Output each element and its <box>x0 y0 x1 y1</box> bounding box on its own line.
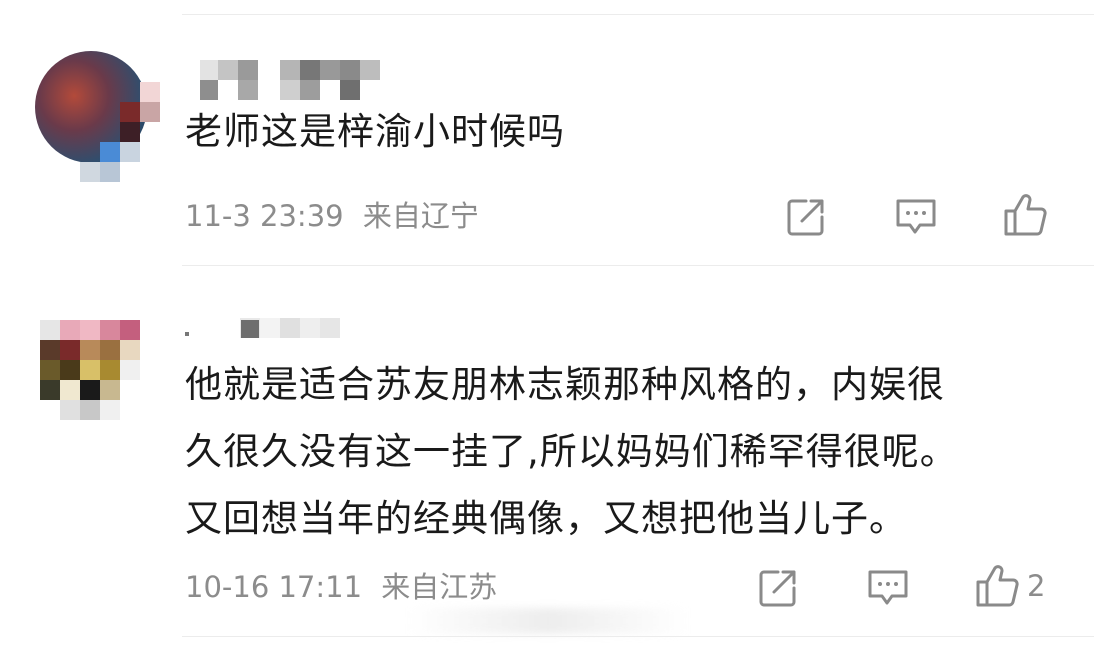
divider-top <box>182 14 1094 15</box>
like-button[interactable] <box>1003 193 1055 237</box>
comment-icon <box>896 199 936 234</box>
like-button[interactable]: 2 <box>975 564 1045 608</box>
share-button[interactable] <box>758 568 798 608</box>
comment-text: 他就是适合苏友朋林志颖那种风格的，内娱很 久很久没有这一挂了,所以妈妈们稀罕得很… <box>185 363 958 540</box>
comment-meta: 10-16 17:11 来自江苏 <box>185 569 497 605</box>
divider-bottom <box>182 636 1094 637</box>
thumbs-up-icon <box>1004 194 1047 236</box>
avatar[interactable] <box>40 320 140 420</box>
comment-time: 11-3 23:39 <box>185 199 344 233</box>
username-mosaic[interactable] <box>185 318 345 340</box>
share-icon <box>787 199 824 236</box>
comment-location: 来自江苏 <box>381 570 498 604</box>
comment-icon <box>868 570 908 605</box>
comment-location: 来自辽宁 <box>362 199 479 233</box>
comment-text: 老师这是梓渝小时候吗 <box>185 110 565 153</box>
divider-middle <box>182 265 1094 266</box>
comment-button[interactable] <box>866 568 910 608</box>
like-count: 2 <box>1027 569 1046 603</box>
thumbs-up-icon <box>976 565 1019 607</box>
share-button[interactable] <box>786 197 826 237</box>
watermark-blur <box>408 608 688 634</box>
comment-meta: 11-3 23:39 来自辽宁 <box>185 198 479 234</box>
comment-button[interactable] <box>894 197 938 237</box>
share-icon <box>759 570 796 607</box>
comment-time: 10-16 17:11 <box>185 570 363 604</box>
username-mosaic[interactable] <box>200 60 380 100</box>
